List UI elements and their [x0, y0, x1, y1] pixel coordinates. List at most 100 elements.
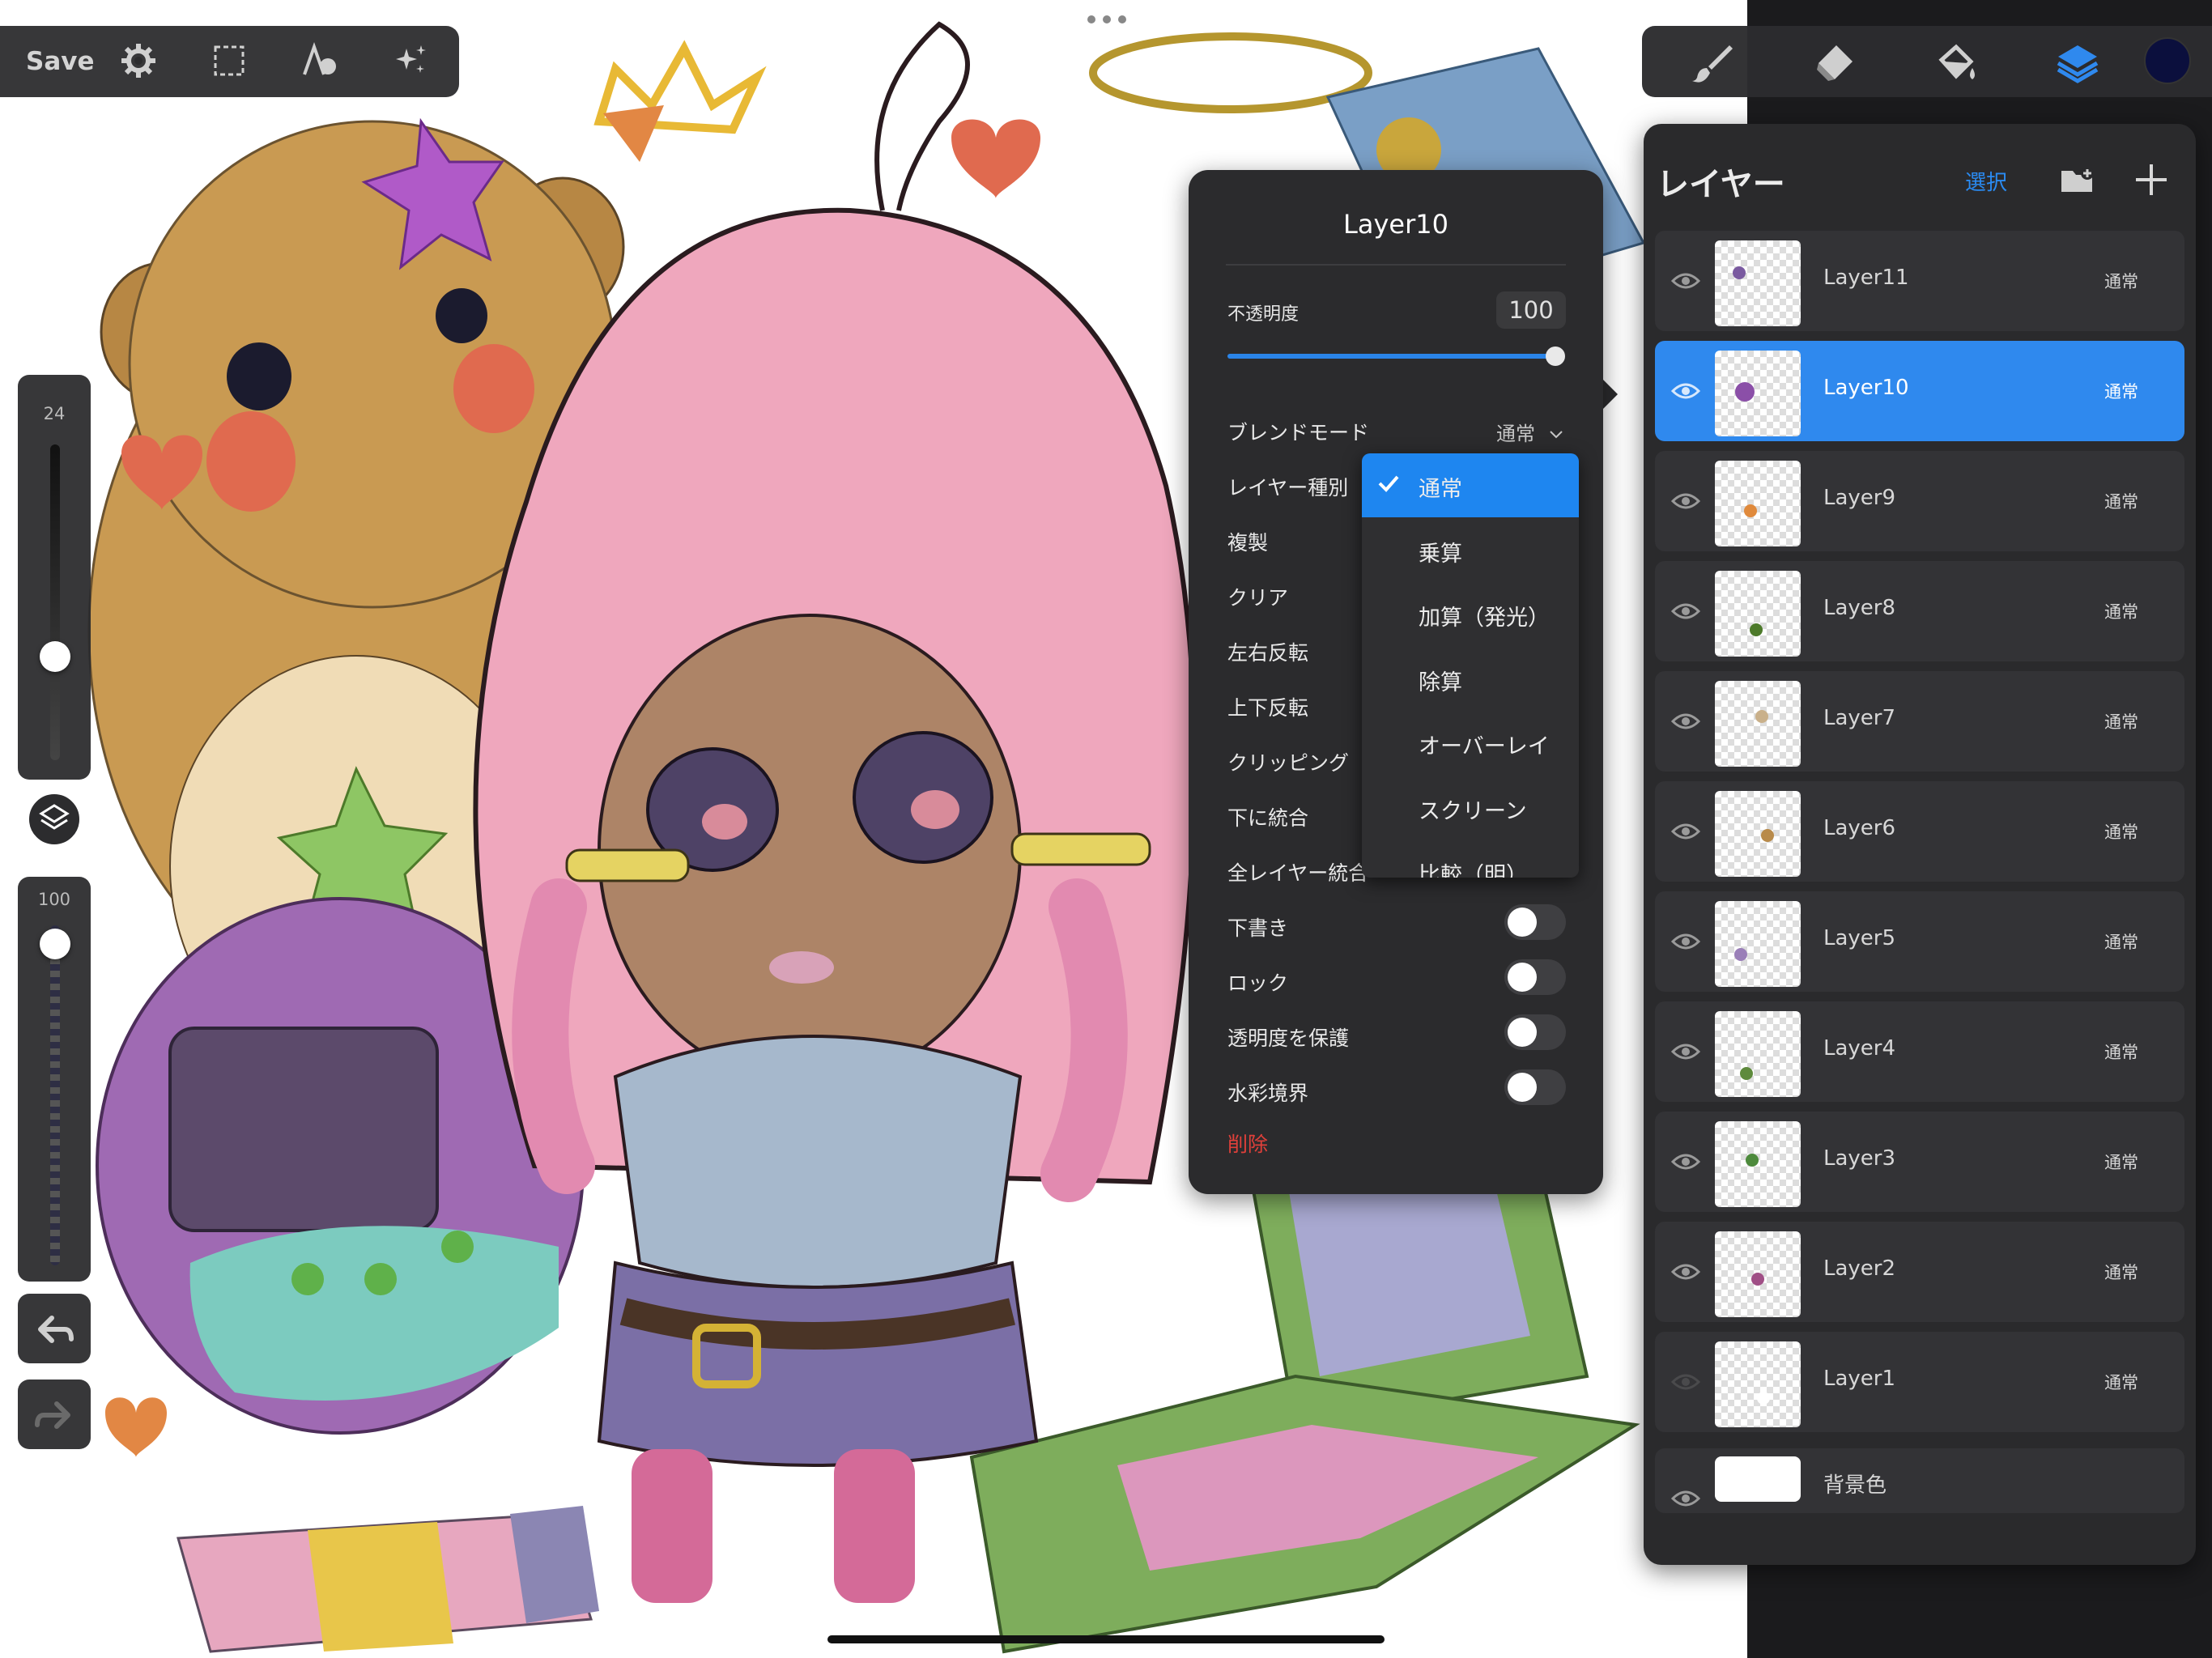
layer-row[interactable]: Layer7 通常 — [1655, 671, 2184, 772]
layer-thumbnail-art — [1735, 382, 1755, 402]
preserve-transparency-toggle[interactable] — [1504, 1014, 1566, 1050]
brush-icon[interactable] — [1691, 40, 1736, 86]
layer-blend-mode[interactable]: 通常 — [2104, 1150, 2138, 1174]
layer-name: Layer9 — [1823, 486, 1896, 510]
selection-icon[interactable] — [209, 40, 249, 81]
layer-type-label[interactable]: レイヤー種別 — [1227, 472, 1348, 501]
modify-button[interactable] — [27, 792, 82, 847]
background-color-layer[interactable]: 背景色 — [1655, 1448, 2184, 1513]
layers-panel: レイヤー 選択 Layer11 通常 Layer10 通常 Layer9 通常 Layer8… — [1644, 124, 2196, 1565]
layer-type-option[interactable]: 比較（明） — [1362, 840, 1579, 878]
fill-bucket-icon[interactable] — [1933, 40, 1979, 86]
background-color-thumbnail — [1715, 1456, 1801, 1502]
brush-opacity-slider[interactable]: 100 — [18, 877, 91, 1282]
layer-type-option[interactable]: 除算 — [1362, 647, 1579, 711]
merge-down-option[interactable]: 下に統合 — [1227, 802, 1308, 831]
layer-thumbnail-art — [1750, 623, 1763, 636]
layer-thumbnail — [1715, 1121, 1801, 1207]
current-color-swatch[interactable] — [2144, 37, 2191, 84]
layer-blend-mode[interactable]: 通常 — [2104, 819, 2138, 844]
layer-row[interactable]: Layer11 通常 — [1655, 231, 2184, 331]
layer-type-option[interactable]: オーバーレイ — [1362, 711, 1579, 775]
brush-size-knob[interactable] — [40, 640, 70, 672]
lock-toggle[interactable] — [1504, 959, 1566, 995]
layer-blend-mode[interactable]: 通常 — [2104, 269, 2138, 293]
layer-row[interactable]: Layer6 通常 — [1655, 781, 2184, 882]
layer-row[interactable]: Layer2 通常 — [1655, 1222, 2184, 1322]
flip-horizontal-option[interactable]: 左右反転 — [1227, 637, 1308, 666]
adjustments-icon[interactable] — [300, 40, 340, 81]
magic-wand-icon[interactable] — [390, 40, 431, 81]
visibility-eye-icon[interactable] — [1671, 270, 1700, 292]
watercolor-edge-toggle[interactable] — [1504, 1069, 1566, 1105]
layer-blend-mode[interactable]: 通常 — [2104, 1260, 2138, 1284]
select-button[interactable]: 選択 — [1965, 166, 2007, 196]
layer-blend-mode[interactable]: 通常 — [2104, 709, 2138, 733]
visibility-eye-icon[interactable] — [1671, 600, 1700, 623]
layer-type-option[interactable]: スクリーン — [1362, 776, 1579, 840]
watercolor-edge-label: 水彩境界 — [1227, 1082, 1309, 1105]
duplicate-option[interactable]: 複製 — [1227, 527, 1268, 556]
layer-blend-mode[interactable]: 通常 — [2104, 1370, 2138, 1394]
layer-blend-mode[interactable]: 通常 — [2104, 379, 2138, 403]
background-layer-name: 背景色 — [1823, 1473, 1887, 1498]
visibility-eye-icon[interactable] — [1671, 380, 1700, 402]
layer-blend-mode[interactable]: 通常 — [2104, 1039, 2138, 1064]
visibility-eye-icon[interactable] — [1671, 1150, 1700, 1173]
layer-blend-mode[interactable]: 通常 — [2104, 489, 2138, 513]
redo-button[interactable] — [18, 1380, 91, 1449]
layer-row[interactable]: Layer1 通常 — [1655, 1332, 2184, 1432]
merge-all-option[interactable]: 全レイヤー統合 — [1227, 857, 1368, 886]
layer-thumbnail-art — [1740, 1067, 1753, 1080]
layer-thumbnail — [1715, 681, 1801, 767]
layer-row[interactable]: Layer5 通常 — [1655, 891, 2184, 992]
layer-type-option[interactable]: 通常 — [1362, 453, 1579, 517]
visibility-eye-icon[interactable] — [1671, 1371, 1700, 1393]
blend-mode-label: ブレンドモード — [1227, 421, 1370, 444]
visibility-eye-icon[interactable] — [1671, 930, 1700, 953]
blend-mode-dropdown[interactable]: 通常 — [1496, 418, 1564, 446]
draft-toggle[interactable] — [1504, 904, 1566, 940]
layer-type-dropdown: 通常 乗算 加算（発光） 除算 オーバーレイ スクリーン 比較（明） — [1362, 453, 1579, 878]
layers-icon[interactable] — [2055, 40, 2100, 86]
top-right-toolbar — [1642, 26, 2212, 97]
layer-opacity-slider[interactable] — [1227, 354, 1555, 359]
layer-thumbnail — [1715, 1341, 1801, 1427]
add-layer-icon[interactable] — [2131, 159, 2172, 200]
visibility-eye-icon[interactable] — [1671, 1040, 1700, 1063]
clipping-option[interactable]: クリッピング — [1227, 747, 1349, 776]
layer-row[interactable]: Layer4 通常 — [1655, 1001, 2184, 1102]
home-indicator[interactable] — [827, 1635, 1385, 1643]
gear-icon[interactable] — [118, 40, 159, 81]
layer-thumbnail-art — [1755, 710, 1768, 723]
visibility-eye-icon[interactable] — [1671, 710, 1700, 733]
layer-row[interactable]: Layer3 通常 — [1655, 1112, 2184, 1212]
layer-blend-mode[interactable]: 通常 — [2104, 929, 2138, 954]
layer-type-option[interactable]: 乗算 — [1362, 518, 1579, 582]
brush-size-value: 24 — [43, 404, 66, 423]
clear-option[interactable]: クリア — [1227, 582, 1288, 611]
more-options-icon[interactable] — [1087, 15, 1127, 24]
new-folder-icon[interactable] — [2057, 159, 2097, 200]
layer-blend-mode[interactable]: 通常 — [2104, 599, 2138, 623]
undo-button[interactable] — [18, 1294, 91, 1363]
flip-vertical-option[interactable]: 上下反転 — [1227, 692, 1308, 721]
opacity-value-field[interactable]: 100 — [1496, 291, 1566, 329]
draft-label: 下書き — [1227, 916, 1289, 940]
layer-row[interactable]: Layer9 通常 — [1655, 451, 2184, 551]
brush-size-slider[interactable]: 24 — [18, 375, 91, 780]
layer-row[interactable]: Layer10 通常 — [1655, 341, 2184, 441]
layer-type-option[interactable]: 加算（発光） — [1362, 582, 1579, 646]
layer-row[interactable]: Layer8 通常 — [1655, 561, 2184, 661]
delete-layer-button[interactable]: 削除 — [1227, 1129, 1268, 1158]
brush-opacity-knob[interactable] — [40, 928, 70, 959]
layer-opacity-knob[interactable] — [1546, 346, 1565, 366]
save-button[interactable]: Save — [26, 47, 94, 76]
visibility-eye-icon[interactable] — [1671, 490, 1700, 512]
visibility-eye-icon[interactable] — [1671, 1261, 1700, 1283]
visibility-eye-icon[interactable] — [1671, 820, 1700, 843]
eraser-icon[interactable] — [1812, 40, 1857, 86]
blend-mode-value: 通常 — [1496, 423, 1535, 445]
layer-thumbnail-art — [1733, 266, 1746, 279]
visibility-eye-icon[interactable] — [1671, 1487, 1700, 1510]
